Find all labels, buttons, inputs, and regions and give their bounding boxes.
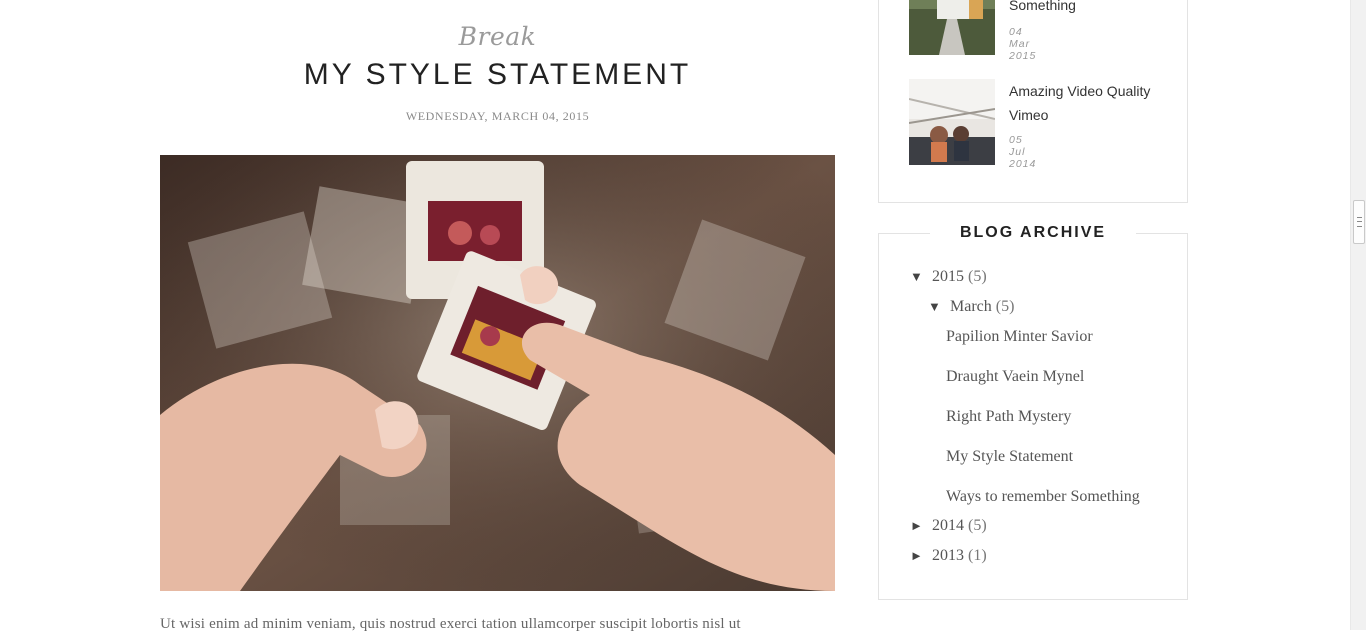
archive-month-march[interactable]: ▼ March (5) [928, 298, 1014, 316]
post-body-excerpt: Ut wisi enim ad minim veniam, quis nostr… [160, 616, 741, 632]
collapse-triangle-icon[interactable]: ▼ [910, 269, 928, 285]
archive-month-label[interactable]: March [950, 298, 992, 315]
popular-post-date: 05 Jul 2014 [1009, 134, 1037, 170]
popular-post-date: 04 Mar 2015 [1009, 26, 1037, 62]
post-label-link[interactable]: Break [160, 22, 835, 51]
post-featured-image [160, 155, 835, 591]
blog-archive-heading: BLOG ARCHIVE [929, 224, 1137, 242]
archive-post-link[interactable]: My Style Statement [946, 448, 1073, 466]
popular-post-thumbnail[interactable] [909, 0, 995, 55]
archive-year-label[interactable]: 2013 [932, 547, 964, 564]
popular-posts-widget: Something 04 Mar 2015 Amazing Video Qual… [878, 0, 1188, 203]
archive-post-link[interactable]: Ways to remember Something [946, 488, 1140, 506]
archive-post-link[interactable]: Draught Vaein Mynel [946, 368, 1084, 386]
expand-triangle-icon[interactable]: ► [910, 548, 928, 564]
archive-year-label[interactable]: 2014 [932, 517, 964, 534]
expand-triangle-icon[interactable]: ► [910, 518, 928, 534]
grip-icon [1357, 217, 1362, 227]
archive-count: (5) [995, 298, 1015, 315]
popular-post-title[interactable]: Amazing Video Quality Vimeo [1009, 79, 1179, 127]
popular-post-thumbnail[interactable] [909, 79, 995, 165]
archive-count: (1) [968, 547, 987, 564]
archive-year-2013[interactable]: ► 2013 (1) [910, 547, 987, 565]
popular-post-title[interactable]: Something [1009, 0, 1179, 17]
archive-count: (5) [968, 268, 987, 285]
collapse-triangle-icon[interactable]: ▼ [928, 299, 946, 315]
archive-post-link[interactable]: Papilion Minter Savior [946, 328, 1093, 346]
page-scrollbar[interactable] [1350, 0, 1366, 630]
widget-title: BLOG ARCHIVE [879, 224, 1187, 242]
archive-year-2015[interactable]: ▼ 2015 (5) [910, 268, 987, 286]
archive-year-label[interactable]: 2015 [932, 268, 964, 285]
archive-post-link[interactable]: Right Path Mystery [946, 408, 1071, 426]
archive-year-2014[interactable]: ► 2014 (5) [910, 517, 987, 535]
blog-archive-widget: BLOG ARCHIVE ▼ 2015 (5) ▼ March (5) Papi… [878, 224, 1188, 600]
post-date: WEDNESDAY, MARCH 04, 2015 [405, 109, 590, 123]
post-title[interactable]: MY STYLE STATEMENT [160, 58, 835, 92]
scrollbar-thumb[interactable] [1353, 200, 1365, 244]
archive-count: (5) [968, 517, 987, 534]
